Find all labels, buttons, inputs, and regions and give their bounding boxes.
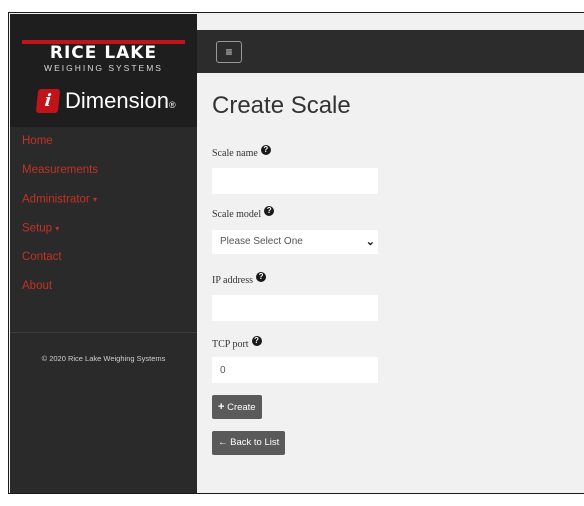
back-to-list-button[interactable]: ← Back to List: [212, 431, 286, 455]
arrow-left-icon: ←: [218, 437, 228, 448]
scale-model-label: Scale model?: [212, 206, 275, 220]
company-tagline: WEIGHING SYSTEMS: [44, 63, 163, 73]
scale-name-input[interactable]: [212, 168, 378, 194]
plus-icon: +: [218, 401, 225, 413]
dimension-logo-icon: i: [35, 89, 61, 113]
sidebar-item-home[interactable]: Home: [10, 127, 197, 156]
page-title: Create Scale: [212, 92, 351, 119]
tcp-port-label: TCP port?: [212, 336, 262, 350]
help-icon[interactable]: ?: [264, 206, 275, 216]
main-content: Create Scale Scale name? Scale model? Pl…: [212, 13, 584, 493]
caret-down-icon: ▾: [55, 224, 60, 233]
help-icon[interactable]: ?: [256, 272, 267, 282]
sidebar-divider: [10, 332, 197, 333]
help-icon[interactable]: ?: [260, 145, 271, 155]
company-logo: RICE LAKE: [49, 43, 158, 63]
caret-down-icon: ▾: [92, 195, 97, 204]
ip-address-label: IP address?: [212, 272, 267, 286]
copyright-text: © 2020 Rice Lake Weighing Systems: [41, 354, 166, 363]
app-window: RICE LAKE WEIGHING SYSTEMS i Dimension® …: [8, 12, 584, 494]
sidebar-item-administrator[interactable]: Administrator ▾: [10, 185, 197, 214]
registered-mark: ®: [168, 100, 176, 110]
help-icon[interactable]: ?: [251, 336, 262, 346]
sidebar-nav: Home Measurements Administrator ▾ Setup …: [10, 127, 197, 301]
sidebar-item-about[interactable]: About: [10, 272, 197, 301]
sidebar-item-measurements[interactable]: Measurements: [10, 156, 197, 185]
tcp-port-input[interactable]: [212, 357, 378, 383]
sidebar-item-setup[interactable]: Setup ▾: [10, 214, 197, 243]
scale-model-select[interactable]: Please Select One ⌄: [212, 230, 378, 254]
product-name: Dimension®: [65, 88, 176, 113]
sidebar-item-contact[interactable]: Contact: [10, 243, 197, 272]
brand-header: RICE LAKE WEIGHING SYSTEMS i Dimension®: [10, 14, 197, 127]
create-button[interactable]: + Create: [212, 395, 262, 419]
scale-name-label: Scale name?: [212, 145, 271, 159]
ip-address-input[interactable]: [212, 295, 378, 321]
sidebar: RICE LAKE WEIGHING SYSTEMS i Dimension® …: [10, 14, 197, 493]
chevron-down-icon: ⌄: [365, 236, 375, 248]
